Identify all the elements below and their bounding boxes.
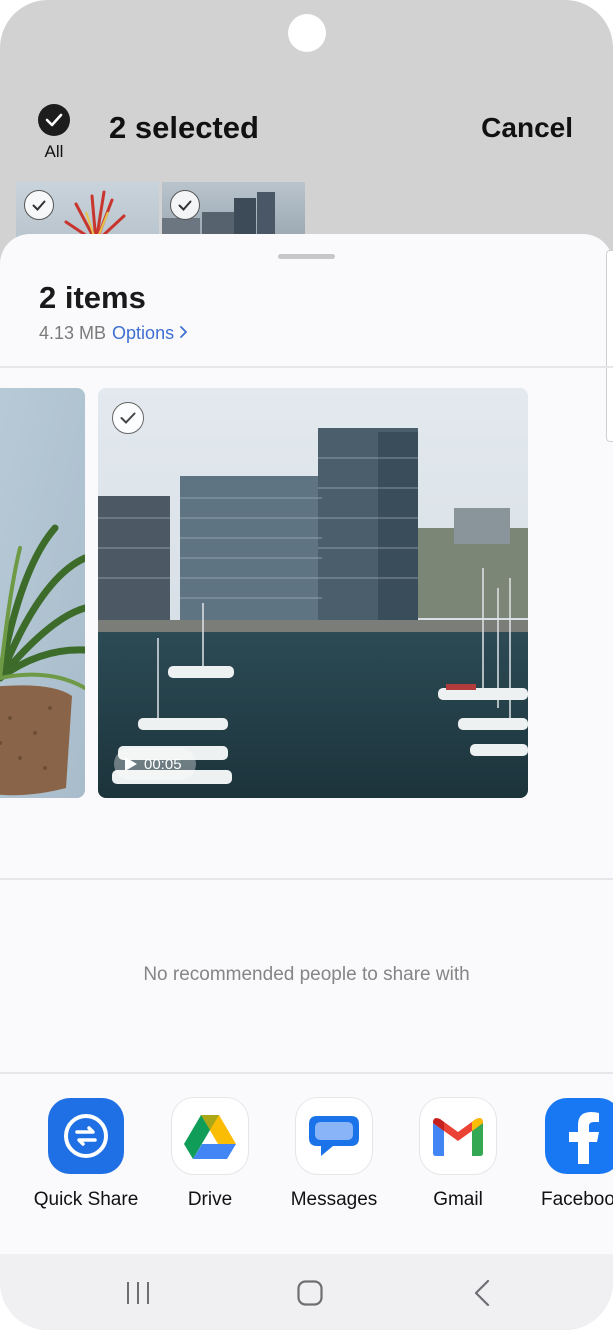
navigation-bar: [0, 1254, 613, 1330]
gmail-icon: [420, 1098, 496, 1174]
phone-screen: All 2 selected Cancel 2 items 4.13 MB Op…: [0, 0, 613, 1330]
app-label: Quick Share: [33, 1189, 139, 1210]
thumbnail-check-icon: [24, 190, 54, 220]
messages-icon: [296, 1098, 372, 1174]
recents-button[interactable]: [118, 1276, 158, 1310]
file-size-line: 4.13 MB Options: [39, 323, 188, 344]
gallery-thumbnail[interactable]: [16, 182, 159, 242]
divider: [0, 878, 613, 880]
quick-share-icon: [48, 1098, 124, 1174]
selection-count-title: 2 selected: [109, 110, 259, 145]
share-app-gmail[interactable]: Gmail: [403, 1098, 513, 1211]
share-sheet: 2 items 4.13 MB Options 00:05 No recomme…: [0, 234, 613, 1254]
select-all-check-icon: [38, 104, 70, 136]
items-count-title: 2 items: [39, 280, 146, 315]
share-app-facebook[interactable]: Facebook: [527, 1098, 613, 1211]
sheet-drag-handle[interactable]: [278, 254, 335, 259]
divider: [0, 1072, 613, 1074]
gallery-thumbnail[interactable]: [162, 182, 305, 242]
facebook-icon: [545, 1098, 613, 1174]
share-app-messages[interactable]: Messages: [279, 1098, 389, 1211]
preview-check-icon[interactable]: [112, 402, 144, 434]
app-label: Messages: [290, 1189, 378, 1210]
file-size: 4.13 MB: [39, 323, 107, 343]
select-all-toggle[interactable]: All: [38, 104, 70, 162]
app-label: Gmail: [433, 1189, 483, 1210]
back-icon: [474, 1280, 490, 1306]
home-icon: [297, 1280, 323, 1306]
back-button[interactable]: [462, 1276, 502, 1310]
share-app-quick-share[interactable]: Quick Share: [31, 1098, 141, 1211]
share-app-drive[interactable]: Drive: [155, 1098, 265, 1211]
options-label: Options: [112, 323, 175, 343]
home-button[interactable]: [290, 1276, 330, 1310]
recents-icon: [127, 1282, 149, 1304]
chevron-right-icon: [180, 326, 188, 338]
front-camera: [288, 14, 326, 52]
preview-video-harbour[interactable]: 00:05: [98, 388, 528, 798]
scrollbar[interactable]: [606, 250, 613, 442]
app-label: Facebook: [541, 1189, 613, 1210]
thumbnail-check-icon: [170, 190, 200, 220]
video-duration: 00:05: [144, 755, 182, 773]
select-all-label: All: [44, 142, 64, 161]
video-duration-badge: 00:05: [114, 748, 196, 780]
preview-image-plant[interactable]: [0, 388, 85, 798]
divider: [0, 366, 613, 368]
app-label: Drive: [187, 1189, 233, 1210]
no-recommendations-text: No recommended people to share with: [143, 964, 470, 985]
options-link[interactable]: Options: [112, 323, 188, 343]
play-icon: [125, 757, 137, 771]
cancel-button[interactable]: Cancel: [481, 112, 573, 144]
google-drive-icon: [172, 1098, 248, 1174]
